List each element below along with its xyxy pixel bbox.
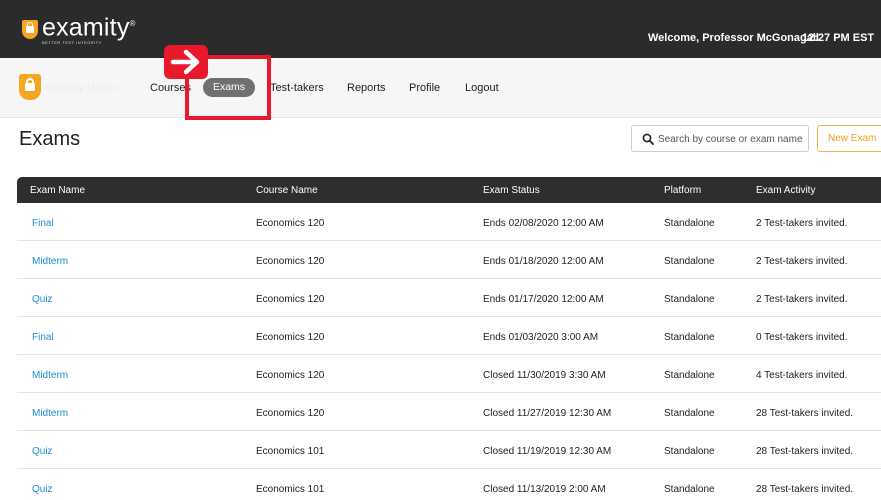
- search-input[interactable]: [658, 130, 806, 148]
- exam-name-link[interactable]: Midterm: [32, 370, 68, 381]
- exam-status-cell: Closed 11/19/2019 12:30 AM: [483, 446, 612, 457]
- column-header-course-name[interactable]: Course Name: [256, 185, 318, 196]
- table-row: Quiz Economics 120 Ends 01/17/2020 12:00…: [17, 279, 881, 317]
- exam-status-cell: Ends 01/17/2020 12:00 AM: [483, 294, 604, 305]
- lock-shield-icon: [22, 20, 38, 39]
- platform-cell: Standalone: [664, 446, 715, 457]
- exam-activity-cell: 2 Test-takers invited.: [756, 294, 848, 305]
- org-name: Examity Demo: [45, 82, 117, 94]
- platform-cell: Standalone: [664, 218, 715, 229]
- exam-name-link[interactable]: Final: [32, 332, 54, 343]
- platform-cell: Standalone: [664, 484, 715, 495]
- logo-word: examity: [42, 13, 130, 42]
- page-title: Exams: [19, 128, 81, 150]
- search-icon: [642, 133, 654, 145]
- course-name-cell: Economics 120: [256, 294, 325, 305]
- table-row: Quiz Economics 101 Closed 11/13/2019 2:0…: [17, 469, 881, 500]
- search-box[interactable]: [631, 125, 809, 152]
- course-name-cell: Economics 101: [256, 484, 325, 495]
- column-header-platform[interactable]: Platform: [664, 185, 701, 196]
- new-exam-button[interactable]: New Exam: [817, 125, 881, 152]
- exam-status-cell: Ends 01/03/2020 3:00 AM: [483, 332, 599, 343]
- exam-name-link[interactable]: Quiz: [32, 446, 53, 457]
- exam-name-link[interactable]: Midterm: [32, 256, 68, 267]
- lock-shield-icon: [19, 74, 41, 100]
- nav-test-takers[interactable]: Test-takers: [270, 82, 324, 94]
- column-header-exam-name[interactable]: Exam Name: [30, 185, 85, 196]
- exam-name-link[interactable]: Quiz: [32, 294, 53, 305]
- exam-status-cell: Closed 11/13/2019 2:00 AM: [483, 484, 606, 495]
- course-name-cell: Economics 101: [256, 446, 325, 457]
- course-name-cell: Economics 120: [256, 408, 325, 419]
- exam-activity-cell: 28 Test-takers invited.: [756, 446, 854, 457]
- exam-status-cell: Closed 11/30/2019 3:30 AM: [483, 370, 606, 381]
- course-name-cell: Economics 120: [256, 370, 325, 381]
- exam-activity-cell: 2 Test-takers invited.: [756, 218, 848, 229]
- exam-status-cell: Closed 11/27/2019 12:30 AM: [483, 408, 612, 419]
- exam-name-link[interactable]: Midterm: [32, 408, 68, 419]
- table-row: Midterm Economics 120 Closed 11/30/2019 …: [17, 355, 881, 393]
- welcome-message: Welcome, Professor McGonagall: [648, 32, 819, 44]
- exam-activity-cell: 4 Test-takers invited.: [756, 370, 848, 381]
- nav-logout[interactable]: Logout: [465, 82, 499, 94]
- exam-activity-cell: 28 Test-takers invited.: [756, 484, 854, 495]
- clock: 12:27 PM EST: [802, 32, 875, 44]
- exam-activity-cell: 0 Test-takers invited.: [756, 332, 848, 343]
- table-row: Midterm Economics 120 Closed 11/27/2019 …: [17, 393, 881, 431]
- platform-cell: Standalone: [664, 332, 715, 343]
- exam-status-cell: Ends 01/18/2020 12:00 AM: [483, 256, 604, 267]
- course-name-cell: Economics 120: [256, 256, 325, 267]
- column-header-exam-activity[interactable]: Exam Activity: [756, 185, 815, 196]
- platform-cell: Standalone: [664, 294, 715, 305]
- top-header: examity® BETTER TEST INTEGRITY Welcome, …: [0, 0, 881, 58]
- table-row: Quiz Economics 101 Closed 11/19/2019 12:…: [17, 431, 881, 469]
- nav-profile[interactable]: Profile: [409, 82, 440, 94]
- exam-name-link[interactable]: Quiz: [32, 484, 53, 495]
- table-header: Exam Name Course Name Exam Status Platfo…: [17, 177, 881, 203]
- logo-mark: ®: [129, 19, 136, 28]
- platform-cell: Standalone: [664, 256, 715, 267]
- exam-status-cell: Ends 02/08/2020 12:00 AM: [483, 218, 604, 229]
- column-header-exam-status[interactable]: Exam Status: [483, 185, 540, 196]
- exam-activity-cell: 28 Test-takers invited.: [756, 408, 854, 419]
- platform-cell: Standalone: [664, 370, 715, 381]
- exam-name-link[interactable]: Final: [32, 218, 54, 229]
- exams-table: Exam Name Course Name Exam Status Platfo…: [17, 177, 881, 500]
- platform-cell: Standalone: [664, 408, 715, 419]
- exam-activity-cell: 2 Test-takers invited.: [756, 256, 848, 267]
- course-name-cell: Economics 120: [256, 218, 325, 229]
- course-name-cell: Economics 120: [256, 332, 325, 343]
- arrow-right-icon: [164, 45, 208, 79]
- table-row: Midterm Economics 120 Ends 01/18/2020 12…: [17, 241, 881, 279]
- table-row: Final Economics 120 Ends 02/08/2020 12:0…: [17, 203, 881, 241]
- nav-reports[interactable]: Reports: [347, 82, 386, 94]
- main-nav: Examity Demo Courses Exams Test-takers R…: [0, 58, 881, 118]
- table-row: Final Economics 120 Ends 01/03/2020 3:00…: [17, 317, 881, 355]
- examity-logo[interactable]: examity® BETTER TEST INTEGRITY: [22, 13, 136, 45]
